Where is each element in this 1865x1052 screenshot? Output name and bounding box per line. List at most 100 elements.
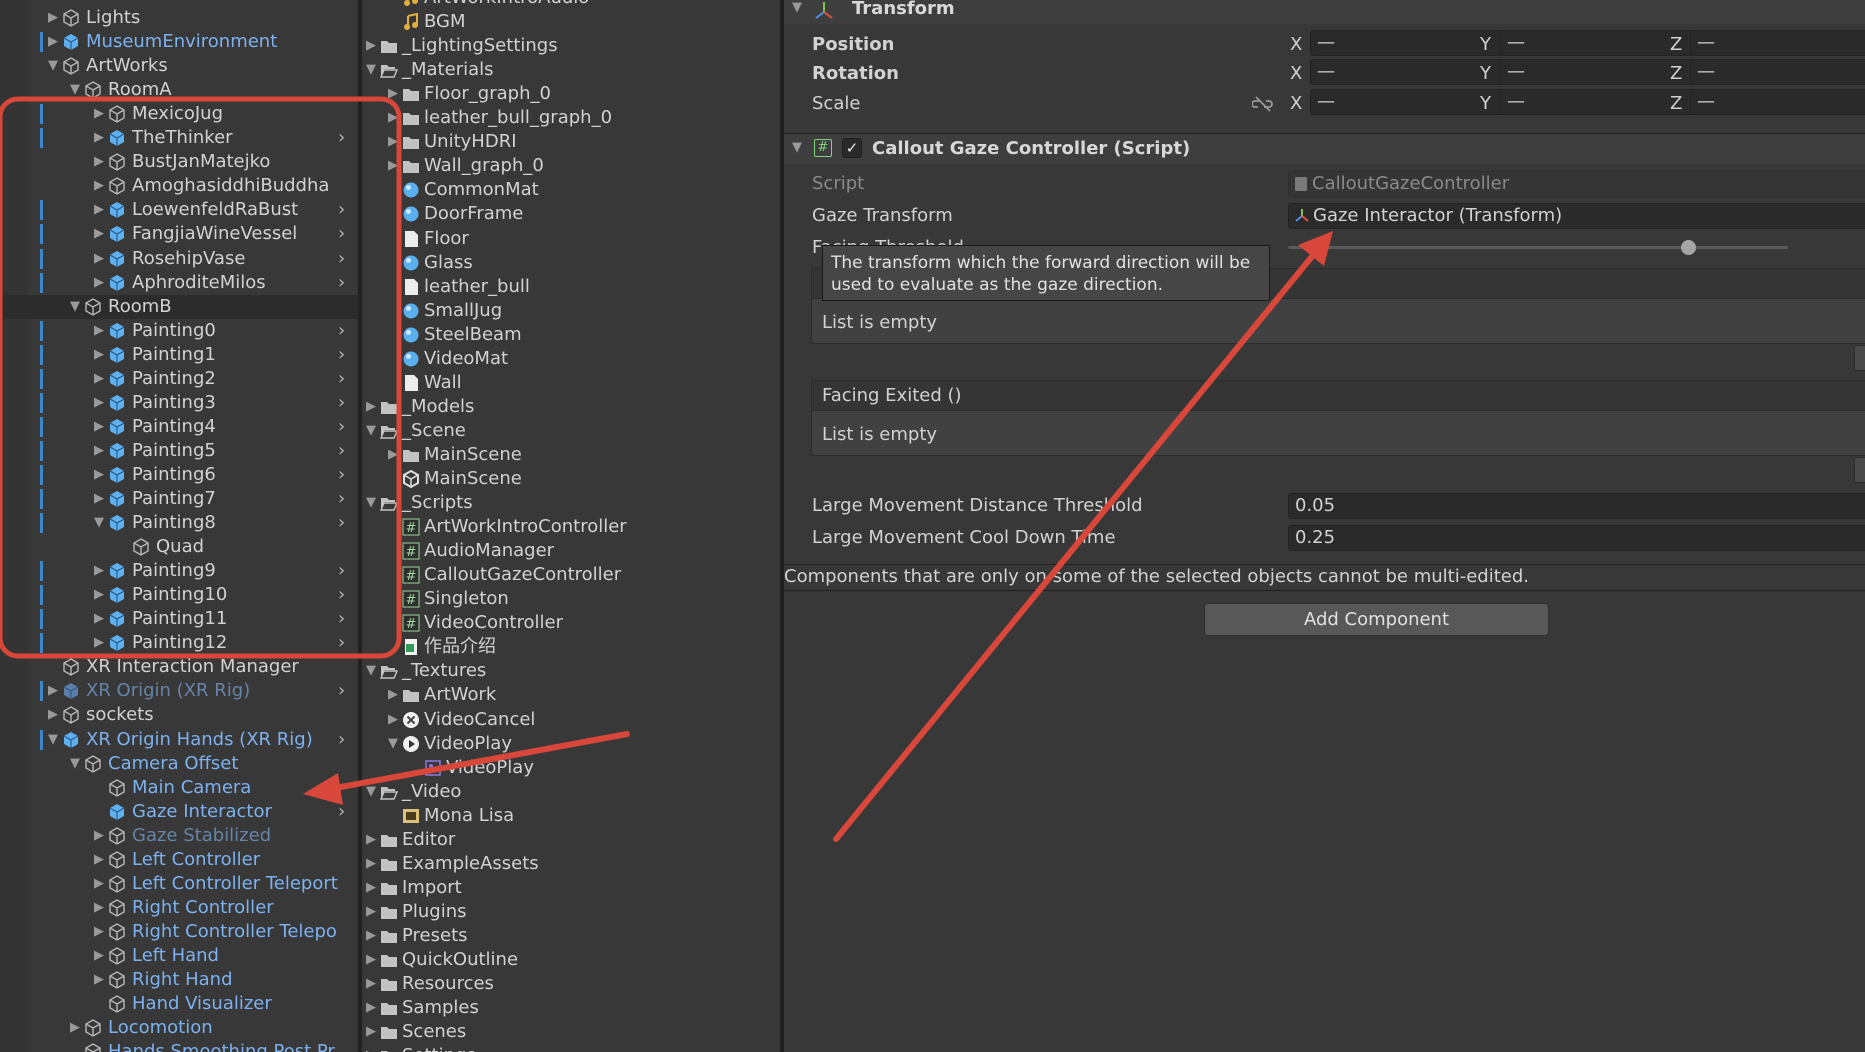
hierarchy-item[interactable]: ▶ Painting9 ›: [0, 559, 358, 583]
open-prefab-chevron-icon[interactable]: ›: [338, 631, 345, 655]
project-item[interactable]: Floor: [362, 227, 780, 251]
expand-right-icon[interactable]: ▶: [46, 679, 60, 703]
hierarchy-item[interactable]: ▼ Camera Offset: [0, 752, 358, 776]
project-item[interactable]: ▶ Wall_graph_0: [362, 154, 780, 178]
expand-right-icon[interactable]: ▶: [364, 924, 378, 948]
scale-z-field[interactable]: —: [1690, 89, 1865, 115]
open-prefab-chevron-icon[interactable]: ›: [338, 583, 345, 607]
expand-down-icon[interactable]: ▼: [386, 732, 400, 756]
expand-right-icon[interactable]: ▶: [364, 1044, 378, 1052]
hierarchy-item[interactable]: ▶ TheThinker ›: [0, 126, 358, 150]
hierarchy-item[interactable]: ▶ MuseumEnvironment: [0, 30, 358, 54]
facing-threshold-slider-track[interactable]: [1288, 246, 1788, 249]
expand-right-icon[interactable]: ▶: [92, 126, 106, 150]
expand-down-icon[interactable]: ▼: [364, 419, 378, 443]
open-prefab-chevron-icon[interactable]: ›: [338, 728, 345, 752]
expand-right-icon[interactable]: ▶: [364, 948, 378, 972]
expand-right-icon[interactable]: ▶: [46, 6, 60, 30]
hierarchy-item[interactable]: ▶ Painting7 ›: [0, 487, 358, 511]
add-event-button[interactable]: [1854, 457, 1865, 483]
project-item[interactable]: ▶ Floor_graph_0: [362, 82, 780, 106]
project-item[interactable]: ▶ Settings: [362, 1044, 780, 1052]
project-item[interactable]: Wall: [362, 371, 780, 395]
hierarchy-item[interactable]: ▶ sockets: [0, 703, 358, 727]
hierarchy-item[interactable]: Hands Smoothing Post Pr: [0, 1040, 358, 1052]
hierarchy-item[interactable]: ▶ RosehipVase ›: [0, 247, 358, 271]
expand-right-icon[interactable]: ▶: [364, 996, 378, 1020]
open-prefab-chevron-icon[interactable]: ›: [338, 487, 345, 511]
hierarchy-item[interactable]: ▶ Painting2 ›: [0, 367, 358, 391]
expand-right-icon[interactable]: ▶: [92, 559, 106, 583]
project-item[interactable]: leather_bull: [362, 275, 780, 299]
large-movement-cooldown-field[interactable]: 0.25: [1288, 525, 1865, 551]
open-prefab-chevron-icon[interactable]: ›: [338, 367, 345, 391]
hierarchy-item[interactable]: ▶ Gaze Stabilized: [0, 824, 358, 848]
open-prefab-chevron-icon[interactable]: ›: [338, 198, 345, 222]
open-prefab-chevron-icon[interactable]: ›: [338, 415, 345, 439]
project-item[interactable]: # CalloutGazeController: [362, 563, 780, 587]
expand-right-icon[interactable]: ▶: [92, 150, 106, 174]
expand-right-icon[interactable]: ▶: [92, 872, 106, 896]
project-item[interactable]: ▶ ExampleAssets: [362, 852, 780, 876]
open-prefab-chevron-icon[interactable]: ›: [338, 343, 345, 367]
expand-right-icon[interactable]: ▶: [92, 247, 106, 271]
expand-right-icon[interactable]: ▶: [386, 708, 400, 732]
hierarchy-item[interactable]: ▼ RoomA: [0, 78, 358, 102]
open-prefab-chevron-icon[interactable]: ›: [338, 439, 345, 463]
large-movement-distance-field[interactable]: 0.05: [1288, 493, 1865, 519]
project-item[interactable]: MainScene: [362, 467, 780, 491]
expand-right-icon[interactable]: ▶: [92, 944, 106, 968]
project-item[interactable]: ▶ Samples: [362, 996, 780, 1020]
expand-right-icon[interactable]: ▶: [364, 1020, 378, 1044]
expand-right-icon[interactable]: ▶: [364, 876, 378, 900]
project-item[interactable]: # VideoController: [362, 611, 780, 635]
open-prefab-chevron-icon[interactable]: ›: [338, 247, 345, 271]
hierarchy-item[interactable]: ▼ Painting8 ›: [0, 511, 358, 535]
hierarchy-item[interactable]: Hand Visualizer: [0, 992, 358, 1016]
expand-down-icon[interactable]: ▼: [46, 728, 60, 752]
hierarchy-item[interactable]: ▶ Right Controller Telepo: [0, 920, 358, 944]
open-prefab-chevron-icon[interactable]: ›: [338, 607, 345, 631]
hierarchy-item[interactable]: ▶ Left Controller Teleport: [0, 872, 358, 896]
rotation-z-field[interactable]: —: [1690, 59, 1865, 85]
expand-right-icon[interactable]: ▶: [386, 106, 400, 130]
project-item[interactable]: SteelBeam: [362, 323, 780, 347]
hierarchy-item[interactable]: XR Interaction Manager: [0, 655, 358, 679]
expand-right-icon[interactable]: ▶: [386, 82, 400, 106]
open-prefab-chevron-icon[interactable]: ›: [338, 511, 345, 535]
facing-threshold-slider-thumb[interactable]: [1681, 240, 1696, 255]
project-item[interactable]: ▶ Presets: [362, 924, 780, 948]
hierarchy-item[interactable]: ▼ XR Origin Hands (XR Rig) ›: [0, 728, 358, 752]
project-item[interactable]: ▶ Editor: [362, 828, 780, 852]
position-y-field[interactable]: —: [1500, 30, 1695, 56]
expand-right-icon[interactable]: ▶: [92, 631, 106, 655]
project-item[interactable]: ▼ VideoPlay: [362, 732, 780, 756]
expand-right-icon[interactable]: ▶: [92, 824, 106, 848]
expand-right-icon[interactable]: ▶: [92, 439, 106, 463]
open-prefab-chevron-icon[interactable]: ›: [338, 679, 345, 703]
position-z-field[interactable]: —: [1690, 30, 1865, 56]
expand-right-icon[interactable]: ▶: [92, 174, 106, 198]
scale-y-field[interactable]: —: [1500, 89, 1695, 115]
project-item[interactable]: ▶ Import: [362, 876, 780, 900]
scale-x-field[interactable]: —: [1310, 89, 1505, 115]
project-item[interactable]: ▶ Plugins: [362, 900, 780, 924]
expand-down-icon[interactable]: ▼: [68, 295, 82, 319]
hierarchy-item[interactable]: ▶ BustJanMatejko: [0, 150, 358, 174]
project-item[interactable]: Mona Lisa: [362, 804, 780, 828]
hierarchy-item[interactable]: Main Camera: [0, 776, 358, 800]
expand-right-icon[interactable]: ▶: [92, 198, 106, 222]
position-x-field[interactable]: —: [1310, 30, 1505, 56]
add-event-button[interactable]: [1854, 345, 1865, 371]
expand-right-icon[interactable]: ▶: [92, 920, 106, 944]
expand-right-icon[interactable]: ▶: [386, 683, 400, 707]
expand-right-icon[interactable]: ▶: [386, 443, 400, 467]
expand-down-icon[interactable]: ▼: [364, 659, 378, 683]
hierarchy-item[interactable]: ▶ Locomotion: [0, 1016, 358, 1040]
project-item[interactable]: BGM: [362, 10, 780, 34]
expand-right-icon[interactable]: ▶: [92, 343, 106, 367]
hierarchy-item[interactable]: ▶ Painting10 ›: [0, 583, 358, 607]
collapse-arrow-icon[interactable]: ▼: [792, 0, 802, 15]
expand-right-icon[interactable]: ▶: [46, 703, 60, 727]
callout-gaze-header[interactable]: ▼ # ✓ Callout Gaze Controller (Script): [784, 134, 1865, 164]
